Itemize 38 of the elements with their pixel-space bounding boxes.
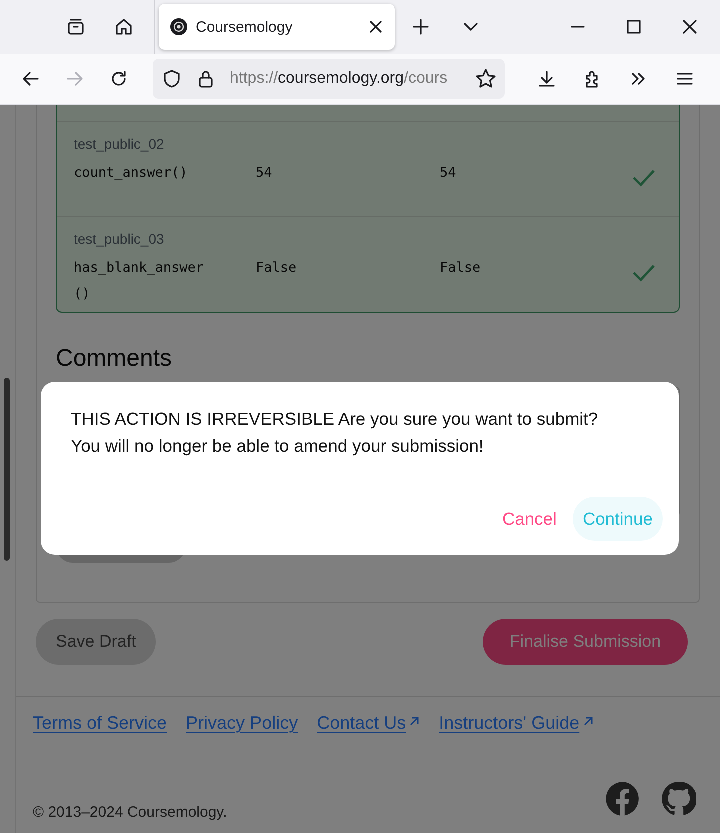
footer-link[interactable]: Terms of Service [33,713,168,734]
lock-icon [196,69,216,89]
finalise-button[interactable]: Finalise Submission [483,619,688,665]
new-tab-icon[interactable] [411,17,431,37]
github-icon[interactable] [662,782,696,816]
continue-button[interactable]: Continue [572,497,663,541]
home-icon[interactable] [114,17,134,37]
close-icon[interactable] [682,19,698,35]
url-text: https://coursemology.org/cours [230,70,449,88]
site-logo-icon [170,18,188,36]
test-expression: count_answer() [74,164,189,183]
facebook-icon[interactable] [606,782,640,816]
test-name: test_public_02 [74,136,166,152]
footer-link[interactable]: Contact Us [317,713,420,734]
actual-output: 54 [440,164,458,183]
test-expression: has_blank_answer () [74,259,206,304]
tab-list-icon[interactable] [66,17,86,37]
close-icon[interactable] [369,20,383,34]
footer-link[interactable]: Privacy Policy [186,713,298,734]
reload-icon[interactable] [109,69,129,89]
address-bar[interactable]: https://coursemology.org/cours [153,59,505,99]
copyright-text: © 2013–2024 Coursemology. [33,804,228,821]
star-icon[interactable] [475,68,497,90]
test-name: test_public_03 [74,231,166,247]
section-heading: Comments [56,345,174,373]
back-icon[interactable] [21,69,41,89]
shield-icon [162,69,182,89]
footer-link[interactable]: Instructors' Guide [439,713,594,734]
expected-output: False [256,259,298,278]
tab-title: Coursemology [196,18,294,36]
actual-output: False [440,259,482,278]
dialog-message: THIS ACTION IS IRREVERSIBLE Are you sure you want to submit? You will no longer be able to amend your submission! [71,408,600,458]
expected-output: 54 [256,164,274,183]
download-icon[interactable] [537,69,557,89]
browser-tab[interactable]: Coursemology [159,4,395,50]
maximize-icon[interactable] [626,19,642,35]
scrollbar[interactable] [4,378,10,561]
cancel-button[interactable]: Cancel [492,497,567,541]
